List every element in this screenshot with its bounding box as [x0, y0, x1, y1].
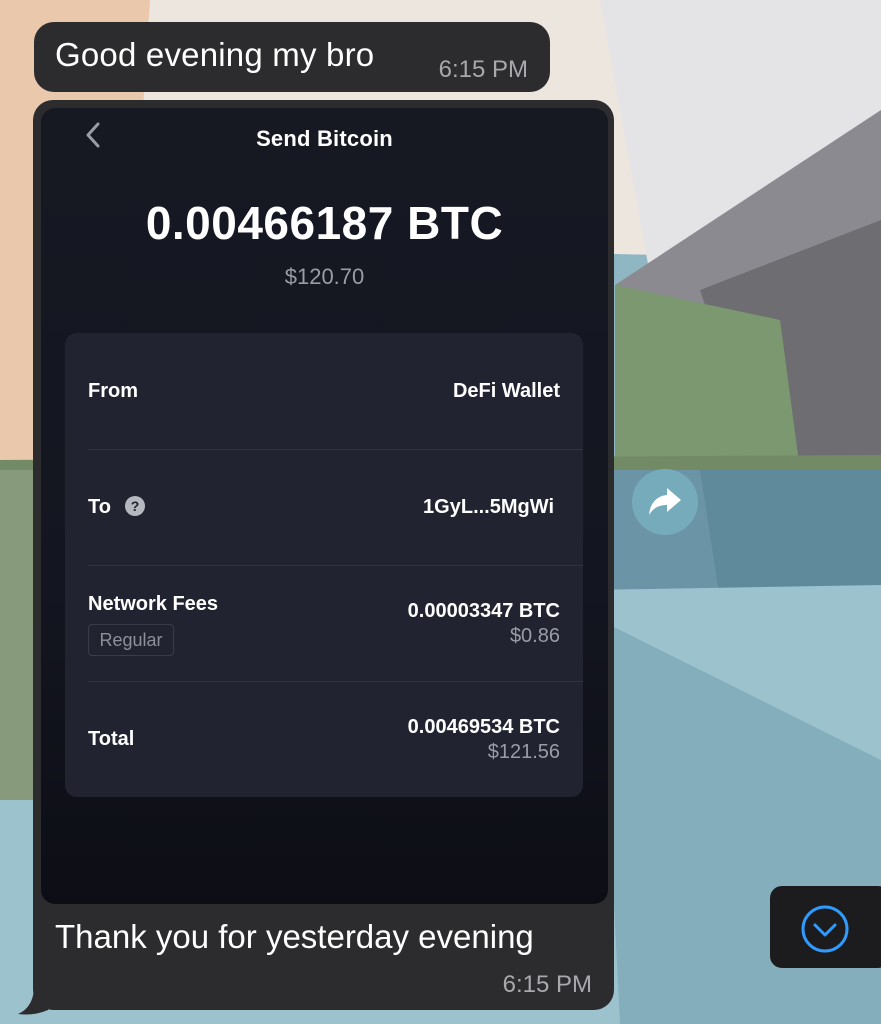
- network-fees-row: Network Fees Regular 0.00003347 BTC $0.8…: [88, 565, 560, 681]
- message-timestamp: 6:15 PM: [502, 971, 592, 998]
- from-label: From: [88, 380, 138, 402]
- network-fees-value: 0.00003347 BTC: [407, 600, 560, 622]
- message-text: Good evening my bro: [55, 36, 375, 73]
- scroll-to-bottom-button[interactable]: [770, 886, 881, 968]
- forward-button[interactable]: [632, 469, 698, 535]
- to-label: To: [88, 496, 111, 518]
- screen-title: Send Bitcoin: [256, 126, 393, 151]
- network-fees-fiat: $0.86: [509, 625, 560, 647]
- send-amount: 0.00466187 BTC: [145, 197, 504, 249]
- to-address: 1GyL...5MgWi: [423, 496, 554, 518]
- total-fiat: $121.56: [487, 741, 560, 763]
- message-caption: Thank you for yesterday evening: [55, 918, 534, 955]
- attached-screenshot[interactable]: Send Bitcoin 0.00466187 BTC $120.70 From…: [41, 108, 608, 904]
- from-row: From DeFi Wallet: [88, 333, 560, 449]
- transaction-summary-card: From DeFi Wallet To ? 1GyL...5MgWi Netwo…: [65, 333, 583, 797]
- message-timestamp: 6:15 PM: [438, 56, 528, 83]
- photo-message-bubble[interactable]: Send Bitcoin 0.00466187 BTC $120.70 From…: [33, 100, 614, 1010]
- help-icon: ?: [125, 496, 145, 516]
- total-value: 0.00469534 BTC: [407, 716, 560, 738]
- total-label: Total: [88, 728, 135, 750]
- total-row: Total 0.00469534 BTC $121.56: [88, 681, 560, 797]
- chevron-down-circle-icon: [801, 905, 849, 953]
- message-bubble[interactable]: Good evening my bro 6:15 PM: [34, 22, 550, 92]
- share-arrow-icon: [649, 488, 681, 515]
- network-fees-label: Network Fees: [88, 593, 219, 615]
- from-value: DeFi Wallet: [452, 380, 560, 402]
- send-amount-fiat: $120.70: [284, 264, 365, 289]
- fee-tier-chip: Regular: [88, 624, 174, 656]
- to-row: To ? 1GyL...5MgWi: [88, 449, 560, 565]
